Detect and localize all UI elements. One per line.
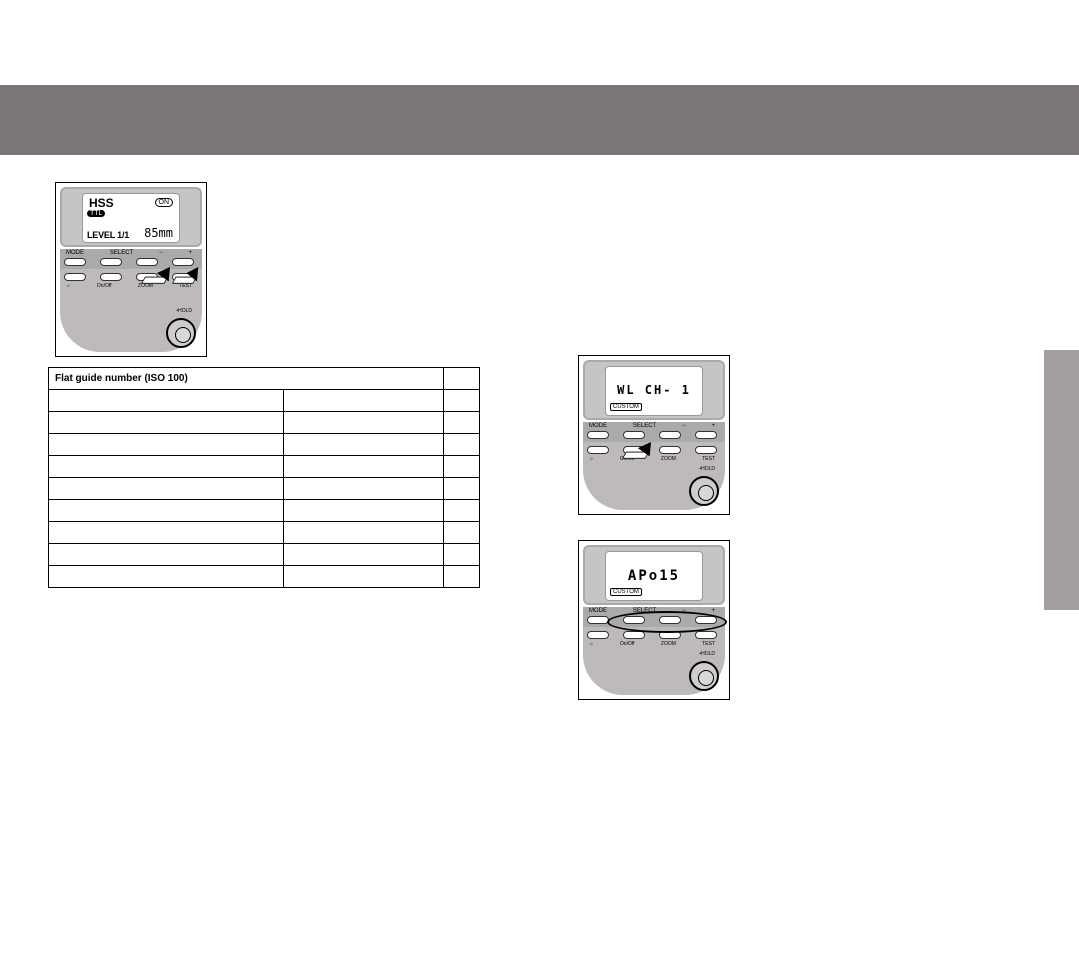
light-button[interactable] bbox=[587, 631, 609, 639]
hold-label: •HOLD bbox=[176, 308, 192, 314]
lcd-zoom: 85mm bbox=[144, 226, 173, 240]
power-level-cell bbox=[49, 456, 284, 478]
power-level-cell bbox=[49, 478, 284, 500]
lcd-level: LEVEL 1/1 bbox=[87, 230, 129, 240]
onoff-button[interactable] bbox=[100, 273, 122, 281]
gn-cell bbox=[284, 412, 444, 434]
table-row bbox=[49, 522, 480, 544]
mode-label: MODE bbox=[66, 250, 84, 256]
power-level-cell bbox=[49, 544, 284, 566]
select-button[interactable] bbox=[100, 258, 122, 266]
minus-button[interactable] bbox=[659, 431, 681, 439]
table-row bbox=[49, 390, 480, 412]
m-cell bbox=[444, 478, 480, 500]
table-header: Flat guide number (ISO 100) bbox=[49, 368, 444, 390]
table-row bbox=[49, 544, 480, 566]
mode-button[interactable] bbox=[587, 616, 609, 624]
power-level-cell bbox=[49, 522, 284, 544]
chapter-bar bbox=[0, 85, 1079, 155]
light-icon: ☼ bbox=[589, 456, 594, 462]
table-row bbox=[49, 456, 480, 478]
flash-device-illustration-1: HSS ON TTL LEVEL 1/1 85mm MODE SELECT − … bbox=[55, 182, 207, 357]
m-cell bbox=[444, 412, 480, 434]
hold-label: •HOLD bbox=[699, 651, 715, 657]
table-row bbox=[49, 434, 480, 456]
lcd-on-badge: ON bbox=[155, 198, 174, 207]
plus-label: + bbox=[188, 250, 192, 256]
light-icon: ☼ bbox=[589, 641, 594, 647]
onoff-button[interactable] bbox=[623, 631, 645, 639]
highlight-ellipse bbox=[607, 611, 727, 633]
gn-cell bbox=[284, 390, 444, 412]
pointer-arrow-icon bbox=[620, 435, 645, 460]
control-dial[interactable] bbox=[689, 476, 719, 506]
plus-label: + bbox=[711, 423, 715, 429]
mode-button[interactable] bbox=[64, 258, 86, 266]
pointer-arrow-icon bbox=[139, 260, 164, 285]
table-row bbox=[49, 412, 480, 434]
select-label: SELECT bbox=[110, 250, 133, 256]
table-header bbox=[444, 368, 480, 390]
test-button[interactable] bbox=[695, 446, 717, 454]
gn-cell bbox=[284, 434, 444, 456]
gn-cell bbox=[284, 522, 444, 544]
m-cell bbox=[444, 390, 480, 412]
power-level-cell bbox=[49, 500, 284, 522]
table-row bbox=[49, 500, 480, 522]
zoom-label: ZOOM bbox=[661, 641, 676, 647]
lcd-wl-ch: WL CH- 1 bbox=[606, 383, 702, 397]
light-icon: ☼ bbox=[66, 283, 71, 289]
power-level-cell bbox=[49, 412, 284, 434]
hold-label: •HOLD bbox=[699, 466, 715, 472]
m-cell bbox=[444, 522, 480, 544]
m-cell bbox=[444, 434, 480, 456]
m-cell bbox=[444, 500, 480, 522]
power-level-cell bbox=[49, 566, 284, 588]
lcd-ttl-badge: TTL bbox=[87, 210, 105, 217]
table-row bbox=[49, 566, 480, 588]
m-cell bbox=[444, 544, 480, 566]
gn-cell bbox=[284, 500, 444, 522]
lcd-custom-badge: CUSTOM bbox=[610, 403, 642, 411]
plus-label: + bbox=[711, 608, 715, 614]
side-tab bbox=[1044, 350, 1079, 610]
zoom-label: ZOOM bbox=[661, 456, 676, 462]
table-row bbox=[49, 478, 480, 500]
control-dial[interactable] bbox=[166, 318, 196, 348]
gn-cell bbox=[284, 478, 444, 500]
light-button[interactable] bbox=[64, 273, 86, 281]
test-button[interactable] bbox=[695, 631, 717, 639]
mode-button[interactable] bbox=[587, 431, 609, 439]
test-label: TEST bbox=[702, 641, 715, 647]
lcd-apo: APo15 bbox=[606, 568, 702, 584]
m-cell bbox=[444, 566, 480, 588]
minus-label: − bbox=[682, 423, 686, 429]
minus-label: − bbox=[159, 250, 163, 256]
select-label: SELECT bbox=[633, 423, 656, 429]
gn-cell bbox=[284, 456, 444, 478]
lcd-hss: HSS bbox=[89, 196, 114, 210]
mode-label: MODE bbox=[589, 423, 607, 429]
mode-label: MODE bbox=[589, 608, 607, 614]
m-cell bbox=[444, 456, 480, 478]
power-level-table: Flat guide number (ISO 100) bbox=[48, 367, 480, 588]
flash-device-illustration-3: APo15 CUSTOM MODE SELECT − + ☼ On/Off ZO… bbox=[578, 540, 730, 700]
power-level-cell bbox=[49, 434, 284, 456]
gn-cell bbox=[284, 544, 444, 566]
flash-device-illustration-2: WL CH- 1 CUSTOM MODE SELECT − + ☼ On/Off… bbox=[578, 355, 730, 515]
control-dial[interactable] bbox=[689, 661, 719, 691]
onoff-label: On/Off bbox=[97, 283, 112, 289]
power-level-cell bbox=[49, 390, 284, 412]
test-label: TEST bbox=[702, 456, 715, 462]
light-button[interactable] bbox=[587, 446, 609, 454]
zoom-button[interactable] bbox=[659, 446, 681, 454]
pointer-arrow-icon bbox=[171, 260, 194, 285]
lcd-custom-badge: CUSTOM bbox=[610, 588, 642, 596]
gn-cell bbox=[284, 566, 444, 588]
plus-button[interactable] bbox=[695, 431, 717, 439]
onoff-label: On/Off bbox=[620, 641, 635, 647]
